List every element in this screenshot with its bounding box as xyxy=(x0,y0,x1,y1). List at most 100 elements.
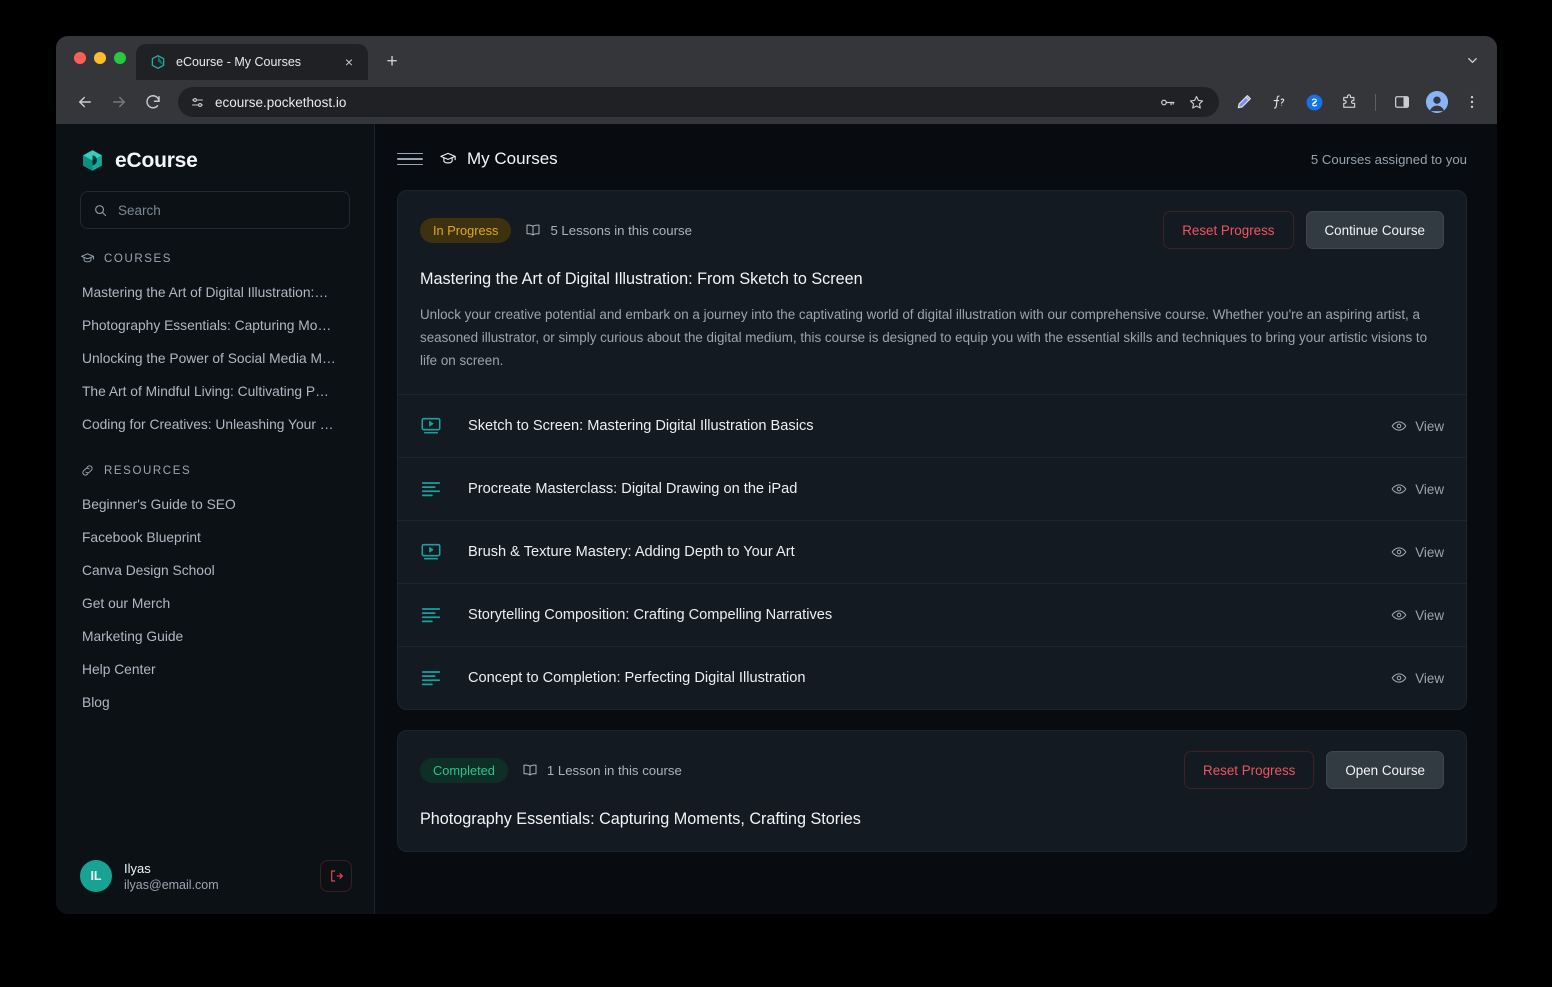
continue-course-button[interactable]: Continue Course xyxy=(1305,211,1444,249)
view-label: View xyxy=(1415,544,1444,560)
browser-toolbar: ecourse.pockethost.io xyxy=(56,80,1497,124)
lesson-row[interactable]: Storytelling Composition: Crafting Compe… xyxy=(398,583,1466,646)
hamburger-menu-icon[interactable] xyxy=(397,146,423,172)
view-lesson-link[interactable]: View xyxy=(1391,670,1444,686)
profile-avatar-icon[interactable] xyxy=(1424,89,1450,115)
password-key-icon[interactable] xyxy=(1159,94,1176,111)
status-badge: Completed xyxy=(420,757,508,783)
address-bar-url: ecourse.pockethost.io xyxy=(215,94,347,110)
text-lesson-icon xyxy=(420,604,442,626)
sidebar-item-course-2[interactable]: Unlocking the Power of Social Media M… xyxy=(56,342,374,375)
lesson-row[interactable]: Brush & Texture Mastery: Adding Depth to… xyxy=(398,520,1466,583)
extensions-icon[interactable] xyxy=(1336,89,1362,115)
user-email: ilyas@email.com xyxy=(124,877,219,892)
back-button[interactable] xyxy=(70,87,100,117)
lesson-row[interactable]: Procreate Masterclass: Digital Drawing o… xyxy=(398,457,1466,520)
address-bar[interactable]: ecourse.pockethost.io xyxy=(178,87,1219,117)
search-input[interactable] xyxy=(118,202,337,218)
video-lesson-icon xyxy=(420,415,442,437)
course-card-actions: Reset Progress Open Course xyxy=(1184,751,1444,790)
view-lesson-link[interactable]: View xyxy=(1391,607,1444,623)
status-badge: In Progress xyxy=(420,217,512,243)
sidebar-item-resource-4[interactable]: Marketing Guide xyxy=(56,620,374,653)
logout-icon xyxy=(328,868,344,884)
search-icon xyxy=(93,203,108,218)
main-content: My Courses 5 Courses assigned to you In … xyxy=(375,124,1497,914)
view-label: View xyxy=(1415,481,1444,497)
sidebar-item-course-3[interactable]: The Art of Mindful Living: Cultivating P… xyxy=(56,375,374,408)
browser-tab[interactable]: eCourse - My Courses × xyxy=(136,44,368,80)
sidebar-item-resource-1[interactable]: Facebook Blueprint xyxy=(56,521,374,554)
graduation-cap-icon xyxy=(439,150,457,168)
search-box[interactable] xyxy=(80,191,350,229)
video-lesson-icon xyxy=(420,541,442,563)
lessons-count-text: 1 Lesson in this course xyxy=(546,762,682,778)
sidebar-item-resource-5[interactable]: Help Center xyxy=(56,653,374,686)
lesson-row[interactable]: Concept to Completion: Perfecting Digita… xyxy=(398,646,1466,709)
view-lesson-link[interactable]: View xyxy=(1391,544,1444,560)
avatar xyxy=(1426,91,1448,113)
sidebar-item-resource-3[interactable]: Get our Merch xyxy=(56,587,374,620)
courses-assigned-text: 5 Courses assigned to you xyxy=(1310,151,1467,167)
shazam-icon[interactable] xyxy=(1301,89,1327,115)
courses-group-label: COURSES xyxy=(56,229,374,276)
text-lesson-icon xyxy=(420,667,442,689)
browser-menu-icon[interactable] xyxy=(1459,89,1485,115)
open-course-button[interactable]: Open Course xyxy=(1326,751,1444,790)
ecourse-cube-icon xyxy=(150,54,166,70)
course-title: Mastering the Art of Digital Illustratio… xyxy=(420,270,863,288)
sidebar-item-resource-0[interactable]: Beginner's Guide to SEO xyxy=(56,488,374,521)
close-tab-button[interactable]: × xyxy=(340,53,358,71)
reset-progress-button[interactable]: Reset Progress xyxy=(1163,211,1294,249)
lesson-row[interactable]: Sketch to Screen: Mastering Digital Illu… xyxy=(398,394,1466,457)
reset-progress-button[interactable]: Reset Progress xyxy=(1184,751,1315,790)
resources-group-label: RESOURCES xyxy=(56,441,374,488)
sidebar-item-course-4[interactable]: Coding for Creatives: Unleashing Your … xyxy=(56,408,374,441)
reload-button[interactable] xyxy=(138,87,168,117)
bookmark-star-icon[interactable] xyxy=(1188,94,1205,111)
page-title: My Courses xyxy=(467,149,558,168)
courses-scroll-area[interactable]: In Progress 5 Lessons in this course Res… xyxy=(375,190,1497,914)
view-label: View xyxy=(1415,418,1444,434)
close-window-button[interactable] xyxy=(74,52,86,64)
lessons-count: 5 Lessons in this course xyxy=(525,222,692,238)
view-lesson-link[interactable]: View xyxy=(1391,481,1444,497)
eye-icon xyxy=(1391,481,1407,497)
site-settings-icon[interactable] xyxy=(190,95,205,110)
eye-icon xyxy=(1391,607,1407,623)
new-tab-button[interactable]: + xyxy=(378,48,406,76)
sidebar-item-course-0[interactable]: Mastering the Art of Digital Illustratio… xyxy=(56,276,374,309)
minimize-window-button[interactable] xyxy=(94,52,106,64)
toolbar-divider xyxy=(1375,93,1376,111)
graduation-cap-icon xyxy=(80,251,95,266)
course-title: Photography Essentials: Capturing Moment… xyxy=(420,810,861,829)
view-label: View xyxy=(1415,670,1444,686)
tab-search-chevron-down-icon[interactable] xyxy=(1459,47,1485,73)
window-traffic-lights xyxy=(70,36,136,80)
math-solver-icon[interactable] xyxy=(1266,89,1292,115)
forward-button[interactable] xyxy=(104,87,134,117)
logout-button[interactable] xyxy=(320,860,352,892)
brand-name: eCourse xyxy=(115,148,198,172)
view-lesson-link[interactable]: View xyxy=(1391,418,1444,434)
sidebar-item-course-1[interactable]: Photography Essentials: Capturing Mo… xyxy=(56,309,374,342)
view-label: View xyxy=(1415,607,1444,623)
page-title-wrap: My Courses xyxy=(439,149,558,169)
lesson-title: Concept to Completion: Perfecting Digita… xyxy=(468,670,806,687)
course-card-meta-row: In Progress 5 Lessons in this course Res… xyxy=(420,211,1444,249)
sidebar-item-resource-2[interactable]: Canva Design School xyxy=(56,554,374,587)
courses-nav-list: Mastering the Art of Digital Illustratio… xyxy=(56,276,374,441)
course-card: In Progress 5 Lessons in this course Res… xyxy=(397,190,1467,711)
eye-icon xyxy=(1391,418,1407,434)
lessons-count-text: 5 Lessons in this course xyxy=(550,222,692,238)
maximize-window-button[interactable] xyxy=(114,52,126,64)
course-card-actions: Reset Progress Continue Course xyxy=(1163,211,1444,249)
highlighter-pen-icon[interactable] xyxy=(1231,89,1257,115)
sidebar-item-resource-6[interactable]: Blog xyxy=(56,686,374,719)
course-card-header: Completed 1 Lesson in this course Reset … xyxy=(398,731,1466,851)
course-card: Completed 1 Lesson in this course Reset … xyxy=(397,730,1467,853)
browser-tab-title: eCourse - My Courses xyxy=(176,55,302,69)
side-panel-icon[interactable] xyxy=(1389,89,1415,115)
brand[interactable]: eCourse xyxy=(56,124,374,191)
resources-nav-list: Beginner's Guide to SEO Facebook Bluepri… xyxy=(56,488,374,719)
